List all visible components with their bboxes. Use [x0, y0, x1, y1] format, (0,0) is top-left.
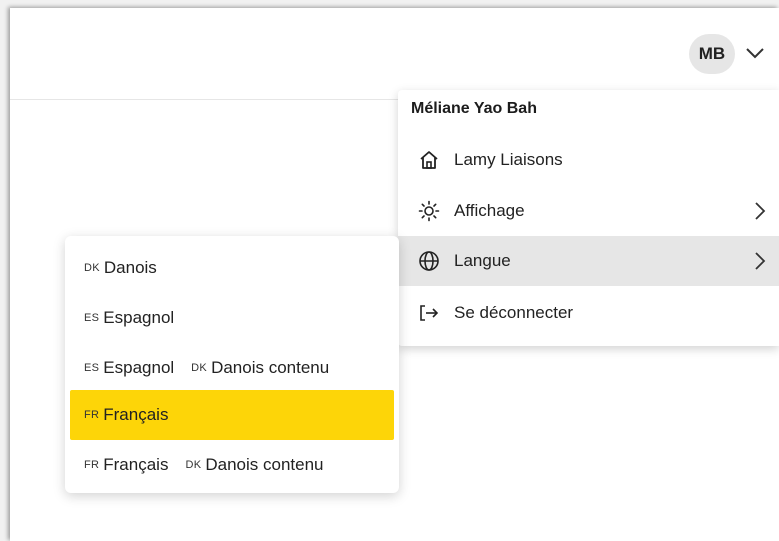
language-label: Espagnol [103, 308, 175, 327]
home-icon [420, 151, 438, 169]
sun-icon [418, 200, 440, 222]
menu-item-label: Lamy Liaisons [454, 150, 563, 169]
language-label: Français [103, 405, 169, 424]
logout-icon [420, 305, 439, 321]
avatar-initials: MB [698, 44, 726, 63]
menu-item-label: Affichage [454, 201, 525, 220]
menu-item-label: Langue [454, 251, 511, 270]
language-label: Français [103, 455, 169, 474]
language-code: ES [84, 362, 100, 374]
chevron-right-icon [755, 202, 766, 220]
menu-item-langue[interactable]: Langue [398, 236, 779, 286]
globe-icon [419, 251, 439, 271]
content-language-code: DK [185, 459, 202, 471]
content-language-label: Danois contenu [205, 455, 324, 474]
user-menu: Méliane Yao Bah Lamy Liaisons Affichage [398, 90, 779, 346]
language-menu: DK Danois ES Espagnol ES Espagnol DK Dan… [65, 236, 399, 493]
language-code: FR [84, 409, 100, 421]
language-option-danois[interactable]: DK Danois [70, 243, 394, 293]
menu-item-logout[interactable]: Se déconnecter [398, 288, 779, 338]
language-code: DK [84, 262, 100, 274]
avatar[interactable]: MB [689, 34, 735, 74]
language-label: Espagnol [103, 358, 175, 377]
language-code: FR [84, 459, 100, 471]
chevron-right-icon [755, 252, 766, 270]
content-language-label: Danois contenu [211, 358, 330, 377]
content-language-code: DK [191, 362, 208, 374]
menu-item-label: Se déconnecter [454, 303, 574, 322]
menu-item-affichage[interactable]: Affichage [398, 186, 779, 236]
language-option-francais-danois[interactable]: FR Français DK Danois contenu [70, 440, 394, 490]
menu-item-lamy-liaisons[interactable]: Lamy Liaisons [398, 135, 779, 185]
language-option-espagnol[interactable]: ES Espagnol [70, 293, 394, 343]
user-name: Méliane Yao Bah [411, 100, 537, 117]
language-option-espagnol-danois[interactable]: ES Espagnol DK Danois contenu [70, 343, 394, 393]
chevron-down-icon[interactable] [745, 46, 765, 60]
language-option-francais[interactable]: FR Français [70, 390, 394, 440]
language-label: Danois [103, 258, 157, 277]
language-code: ES [84, 312, 100, 324]
